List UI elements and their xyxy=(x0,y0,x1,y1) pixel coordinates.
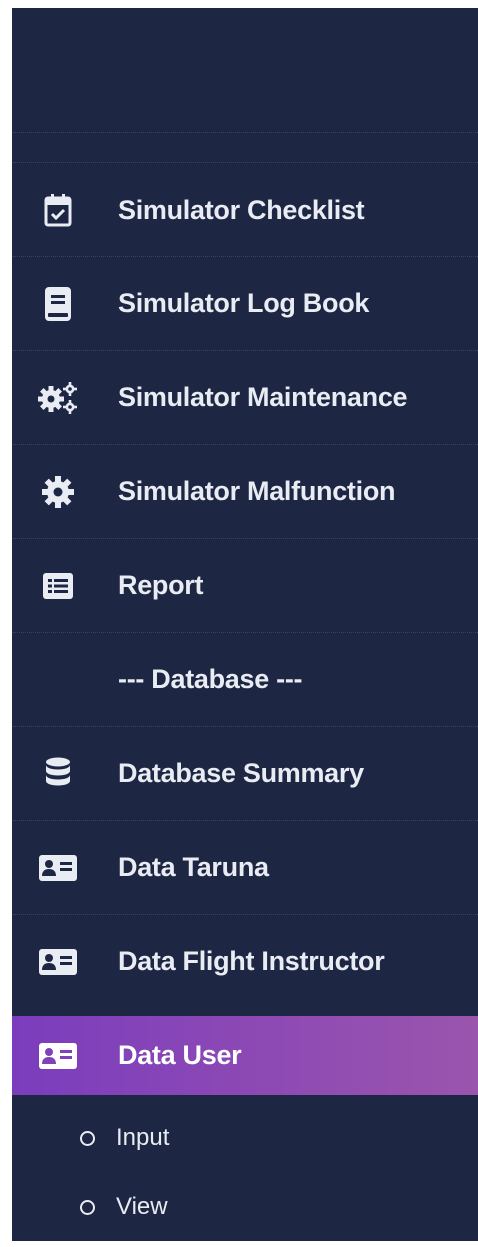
circle-outline-icon xyxy=(80,1130,95,1146)
menu-item-label: Simulator Log Book xyxy=(118,288,370,318)
sidebar: Simulator Checklist Simulator Log Book S… xyxy=(12,8,478,1241)
menu-item-label: Data Flight Instructor xyxy=(118,946,385,976)
menu-item-label: Simulator Maintenance xyxy=(118,382,408,412)
menu-item-label: Data Taruna xyxy=(118,852,269,882)
menu-item-label: Simulator Checklist xyxy=(118,194,365,225)
circle-outline-icon xyxy=(80,1199,95,1215)
section-header-database: --- Database --- xyxy=(12,633,478,726)
calendar-check-icon xyxy=(36,188,80,232)
id-card-icon xyxy=(36,1034,80,1078)
menu-item-data-flight-instructor[interactable]: Data Flight Instructor xyxy=(12,915,478,1008)
submenu-item-label: View xyxy=(116,1193,168,1220)
menu-item-report[interactable]: Report xyxy=(12,539,478,632)
menu-item-data-taruna[interactable]: Data Taruna xyxy=(12,821,478,914)
menu-item-simulator-malfunction[interactable]: Simulator Malfunction xyxy=(12,445,478,538)
menu-item-data-user[interactable]: Data User xyxy=(12,1016,478,1095)
menu-item-label: Report xyxy=(118,570,204,600)
menu-item-label: Simulator Malfunction xyxy=(118,476,396,506)
section-header-label: --- Database --- xyxy=(118,664,303,694)
menu-item-simulator-log-book[interactable]: Simulator Log Book xyxy=(12,257,478,350)
menu-item-simulator-maintenance[interactable]: Simulator Maintenance xyxy=(12,351,478,444)
menu-item-label: Database Summary xyxy=(118,758,364,788)
menu-item-database-summary[interactable]: Database Summary xyxy=(12,727,478,820)
submenu-item-view[interactable]: View xyxy=(12,1173,478,1241)
submenu-item-label: Input xyxy=(116,1124,170,1151)
database-icon xyxy=(36,752,80,796)
book-icon xyxy=(36,282,80,326)
menu-item-simulator-checklist[interactable]: Simulator Checklist xyxy=(12,164,478,256)
gear-icon xyxy=(36,470,80,514)
menu-item-label: Data User xyxy=(118,1040,242,1070)
submenu-item-input[interactable]: Input xyxy=(12,1103,478,1173)
gears-icon xyxy=(36,376,80,420)
divider xyxy=(12,162,478,163)
divider xyxy=(12,132,478,133)
list-alt-icon xyxy=(36,564,80,608)
id-card-icon xyxy=(36,940,80,984)
id-card-icon xyxy=(36,846,80,890)
